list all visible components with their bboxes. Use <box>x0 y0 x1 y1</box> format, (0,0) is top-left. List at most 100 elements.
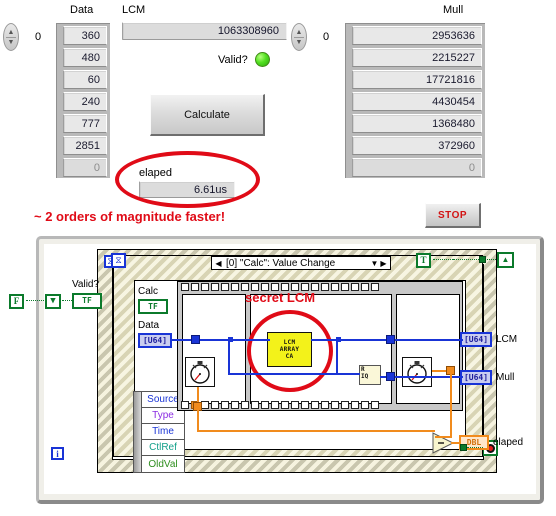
calculate-button[interactable]: Calculate <box>150 94 265 136</box>
mull-cell-2[interactable]: 17721816 <box>352 70 482 89</box>
mull-array-label: Mull <box>443 4 464 16</box>
wire-branch-down <box>228 339 230 375</box>
wire-tick1-across <box>197 430 435 432</box>
data-cell-3[interactable]: 240 <box>63 92 107 111</box>
lcm-output-terminal[interactable]: [U64] <box>460 332 492 347</box>
stop-tunnel <box>460 444 467 451</box>
lcm-value: 1063308960 <box>122 22 287 40</box>
mull-index-stepper[interactable]: ▲ ▼ <box>291 23 307 51</box>
wire-to-lcm-terminal <box>395 339 463 341</box>
mull-output-terminal[interactable]: [U64] <box>460 370 492 385</box>
elapsed-output-label: elaped <box>493 437 524 448</box>
false-constant[interactable]: F <box>9 294 24 309</box>
case-dropdown-icon[interactable]: ▼ <box>370 257 379 269</box>
chevron-up-icon[interactable]: ▲ <box>8 29 15 36</box>
mull-cell-3[interactable]: 4430454 <box>352 92 482 111</box>
wire-tick2-down <box>450 372 452 438</box>
wire-tunnel-to-subvi-row <box>200 339 230 341</box>
valid-label: Valid? <box>218 54 248 66</box>
stopwatch-glyph <box>190 361 210 384</box>
stepper-divider <box>6 36 16 38</box>
true-constant[interactable]: T <box>416 253 431 268</box>
wire-tick1-to-sub <box>197 410 199 432</box>
data-index-arrows[interactable]: ▲ ▼ <box>3 23 19 51</box>
true-wire <box>433 259 453 260</box>
wire-subvi-to-quot <box>336 373 360 375</box>
mull-index-value[interactable]: 0 <box>310 28 342 45</box>
loop-iteration-terminal: i <box>51 447 64 460</box>
event-field-oldval: OldVal <box>148 458 178 470</box>
valid-terminal-label: Valid? <box>72 279 100 290</box>
secret-lcm-annotation: secret LCM <box>245 290 316 305</box>
mull-cell-1[interactable]: 2215227 <box>352 48 482 67</box>
secret-lcm-highlight-ellipse <box>247 310 333 392</box>
data-cell-5[interactable]: 2851 <box>63 136 107 155</box>
block-diagram-window: i ⧖ ◀ [0] "Calc": Value Change ▼ ▶ ⧖ Cal… <box>9 236 544 504</box>
lcm-label: LCM <box>122 4 146 16</box>
condition-wire <box>487 259 498 260</box>
mull-array[interactable]: 2953636 2215227 17721816 4430454 1368480… <box>345 23 485 178</box>
select-wire <box>62 300 72 301</box>
mull-cell-5[interactable]: 372960 <box>352 136 482 155</box>
true-tunnel-wire <box>453 259 481 260</box>
select-node[interactable]: ▼ <box>45 294 61 309</box>
chevron-down-icon[interactable]: ▼ <box>8 39 15 46</box>
tunnel-mull-out-seq <box>386 372 395 381</box>
stepper-divider <box>294 36 304 38</box>
data-index-stepper[interactable]: ▲ ▼ <box>3 23 19 51</box>
data-cell-0[interactable]: 360 <box>63 26 107 45</box>
data-terminal-label: Data <box>138 320 160 331</box>
tick-count-icon-left <box>185 357 215 387</box>
elapsed-highlight-ellipse <box>115 151 260 208</box>
stop-button[interactable]: STOP <box>425 203 481 228</box>
next-case-arrow-icon[interactable]: ▶ <box>379 257 388 269</box>
mull-index-arrows[interactable]: ▲ ▼ <box>291 23 307 51</box>
mull-output-label: Mull <box>496 372 515 383</box>
wire-tick2-to-sub <box>435 436 452 438</box>
quot-line-2: IQ <box>361 373 369 380</box>
data-index-value[interactable]: 0 <box>22 28 54 45</box>
wire-sub-out <box>453 442 459 444</box>
chevron-down-icon[interactable]: ▼ <box>296 39 303 46</box>
event-case-selector[interactable]: ◀ [0] "Calc": Value Change ▼ ▶ <box>211 256 391 270</box>
wire-to-mull-terminal <box>395 376 463 378</box>
event-data-grip[interactable] <box>134 392 142 472</box>
sequence-frame-0 <box>182 294 246 404</box>
loop-condition-terminal: ▲ <box>497 252 514 268</box>
calc-terminal-label: Calc <box>138 286 159 297</box>
mull-cell-0[interactable]: 2953636 <box>352 26 482 45</box>
sequence-bottom-tabs <box>181 401 379 409</box>
tick-count-icon-right <box>402 357 432 387</box>
wire-subvi-down <box>336 339 338 375</box>
data-cell-1[interactable]: 480 <box>63 48 107 67</box>
data-array[interactable]: 360 480 60 240 777 2851 0 <box>56 23 110 178</box>
stop-wire <box>467 447 483 448</box>
false-wire <box>26 300 44 301</box>
lcm-output-label: LCM <box>496 334 518 345</box>
data-cell-4[interactable]: 777 <box>63 114 107 133</box>
mull-cell-4[interactable]: 1368480 <box>352 114 482 133</box>
data-cell-6[interactable]: 0 <box>63 158 107 177</box>
event-field-time: Time <box>142 424 184 440</box>
quotient-remainder-node[interactable]: R IQ <box>359 365 381 385</box>
data-cell-2[interactable]: 60 <box>63 70 107 89</box>
data-array-label: Data <box>70 4 94 16</box>
data-terminal[interactable]: [U64] <box>138 333 172 348</box>
mull-cell-6[interactable]: 0 <box>352 158 482 177</box>
valid-led <box>255 52 270 67</box>
event-structure-handle[interactable]: ⧖ <box>111 253 126 268</box>
speed-annotation: ~ 2 orders of magnitude faster! <box>34 209 226 224</box>
tunnel-data-in <box>191 335 200 344</box>
wire-subvi-out <box>311 339 339 341</box>
valid-terminal[interactable]: TF <box>72 293 102 309</box>
prev-case-arrow-icon[interactable]: ◀ <box>214 257 223 269</box>
calc-terminal[interactable]: TF <box>138 299 168 314</box>
event-case-title: [0] "Calc": Value Change <box>226 257 336 269</box>
stopwatch-glyph <box>407 361 427 384</box>
wire-subvi-to-tunnel <box>338 339 388 341</box>
tunnel-lcm-out-seq <box>386 335 395 344</box>
wire-to-subvi-in <box>230 339 270 341</box>
quot-line-1: R <box>361 366 365 373</box>
chevron-up-icon[interactable]: ▲ <box>296 29 303 36</box>
event-field-ctlref: CtlRef <box>142 440 184 456</box>
